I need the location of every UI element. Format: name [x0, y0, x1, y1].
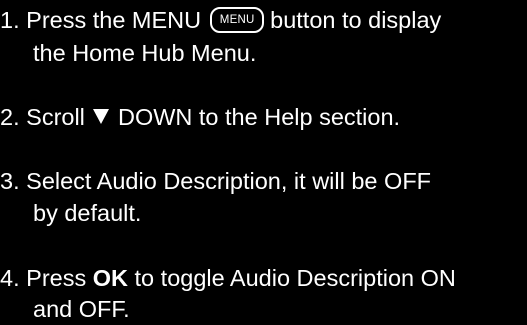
step-4-line-2: and OFF.: [33, 296, 130, 322]
step-3-number: 3.: [0, 168, 20, 194]
step-4-text-after: to toggle Audio Description ON: [134, 265, 456, 291]
step-2-text-after: DOWN to the Help section.: [117, 104, 401, 130]
step-3-text: Select Audio Description, it will be OFF: [26, 168, 432, 194]
menu-button-icon: MENU: [210, 6, 265, 33]
instructions-screen: { "steps": [ { "number": "1.", "line1_be…: [0, 0, 527, 322]
step-3-line-1: 3. Select Audio Description, it will be …: [0, 165, 431, 197]
step-1-line-1: 1. Press the MENU MENU button to display: [0, 4, 441, 36]
down-triangle-icon: [93, 109, 110, 125]
step-1-text-before: Press the MENU: [26, 7, 202, 33]
step-2-text-before: Scroll: [26, 104, 85, 130]
ok-key-label: OK: [92, 265, 128, 291]
step-1-number: 1.: [0, 7, 20, 33]
step-1-line-2: the Home Hub Menu.: [33, 40, 257, 66]
step-2-number: 2.: [0, 104, 20, 130]
step-4-number: 4.: [0, 265, 20, 291]
step-4-text-before: Press: [26, 265, 87, 291]
step-3-line-2: by default.: [33, 200, 142, 226]
step-4-line-1: 4. Press OK to toggle Audio Description …: [0, 262, 456, 294]
step-1-text-after: button to display: [270, 7, 442, 33]
step-2-line-1: 2. Scroll DOWN to the Help section.: [0, 101, 400, 133]
